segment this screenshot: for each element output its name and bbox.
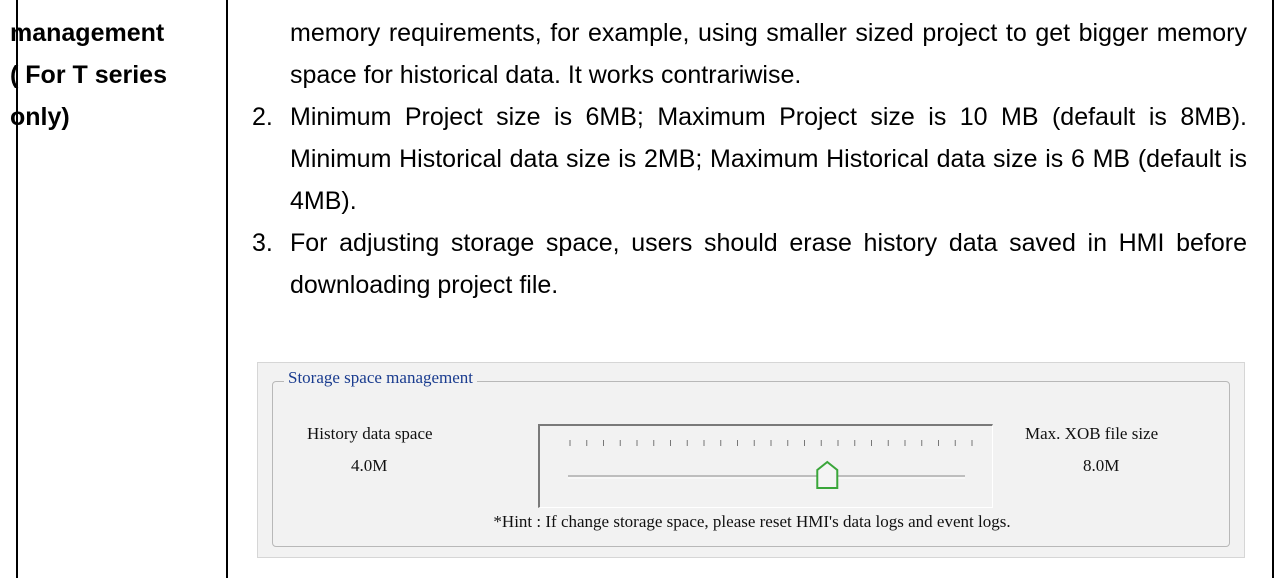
list-number-2: 2. (252, 103, 273, 131)
column-divider (226, 0, 228, 578)
description-cell: memory requirements, for example, using … (245, 12, 1247, 306)
term-cell: management ( For T series only) (10, 12, 220, 138)
history-data-value: 4.0M (351, 456, 388, 475)
list-item-3: 3. For adjusting storage space, users sh… (245, 222, 1247, 306)
term-line-2: ( For T series (10, 61, 167, 89)
xob-file-size-label: Max. XOB file size (1025, 424, 1159, 443)
term-line-1: management (10, 19, 165, 47)
storage-dialog-screenshot: History data space 4.0M Max. XOB file si… (257, 362, 1245, 558)
continuation-paragraph: memory requirements, for example, using … (290, 19, 1247, 89)
history-data-label: History data space (307, 424, 433, 443)
xob-file-size-value: 8.0M (1083, 456, 1120, 475)
hint-text: *Hint : If change storage space, please … (493, 512, 1011, 531)
list-number-3: 3. (252, 229, 273, 257)
group-box-title: Storage space management (284, 368, 478, 388)
storage-slider[interactable] (538, 424, 993, 508)
term-line-3: only) (10, 103, 70, 131)
list-item-2: 2. Minimum Project size is 6MB; Maximum … (245, 96, 1247, 222)
list-text-2: Minimum Project size is 6MB; Maximum Pro… (290, 103, 1247, 215)
slider-thumb[interactable] (816, 460, 839, 489)
slider-track-svg (568, 440, 973, 489)
storage-group-box: History data space 4.0M Max. XOB file si… (272, 381, 1230, 547)
list-text-3: For adjusting storage space, users shoul… (290, 229, 1247, 299)
